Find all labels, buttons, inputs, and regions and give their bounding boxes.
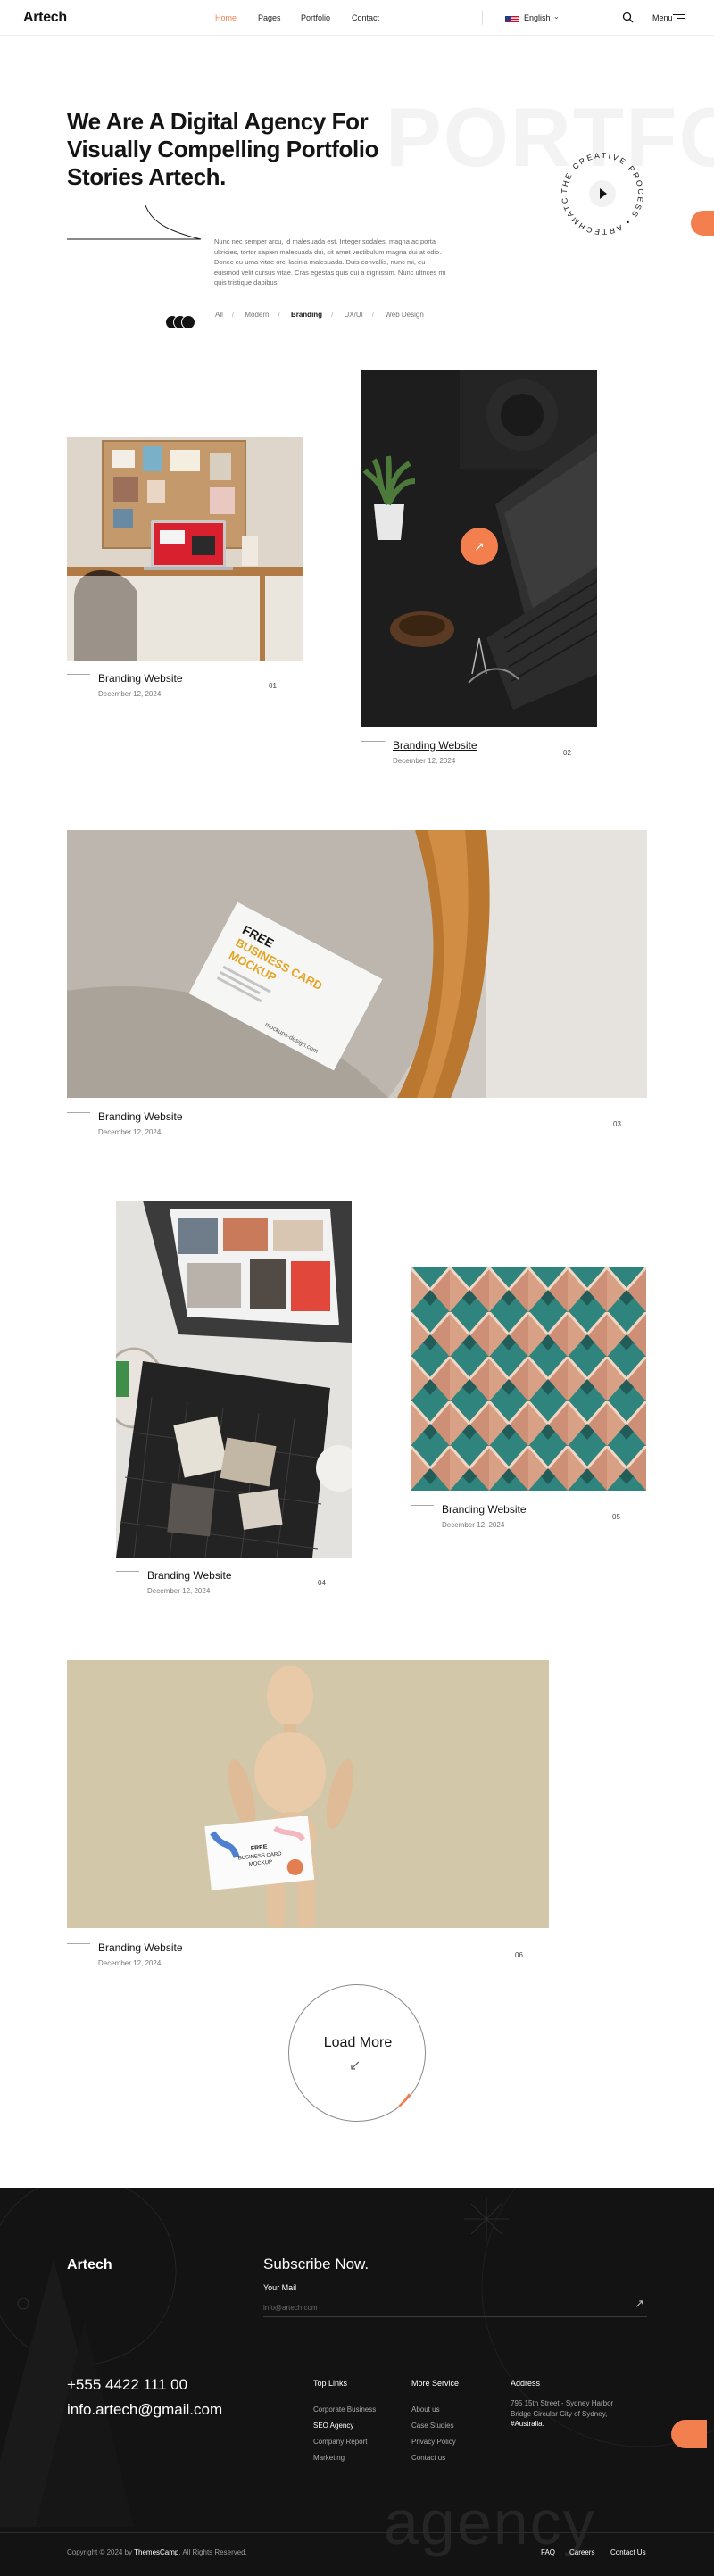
item-divider <box>411 1505 434 1506</box>
item-divider <box>67 674 90 675</box>
filter-ux-ui[interactable]: UX/UI <box>345 311 363 319</box>
copyright-prefix: Copyright © 2024 by <box>67 2548 135 2556</box>
view-project-button[interactable]: ↗ <box>461 528 498 565</box>
link-contact-us[interactable]: Contact us <box>411 2454 445 2462</box>
footer-link-contact[interactable]: Contact Us <box>610 2548 646 2556</box>
item-divider <box>116 1571 139 1572</box>
item-title-5[interactable]: Branding Website <box>442 1503 527 1516</box>
item-number-6: 06 <box>515 1951 523 1959</box>
footer-link-careers[interactable]: Careers <box>569 2548 594 2556</box>
ghost-heading: PORTFO <box>386 90 714 184</box>
footer-email[interactable]: info.artech@gmail.com <box>67 2401 222 2419</box>
progress-arc-icon <box>398 2093 411 2107</box>
hero-title: We Are A Digital Agency For Visually Com… <box>67 108 379 190</box>
footer-phone[interactable]: +555 4422 111 00 <box>67 2376 187 2394</box>
link-privacy-policy[interactable]: Privacy Policy <box>411 2438 456 2446</box>
item-divider <box>361 741 385 742</box>
portfolio-image-5[interactable] <box>411 1267 646 1491</box>
copyright: Copyright © 2024 by ThemesCamp. All Righ… <box>67 2548 247 2556</box>
subscribe-title: Subscribe Now. <box>263 2256 369 2273</box>
side-accent-tab[interactable] <box>691 211 714 236</box>
link-seo-agency[interactable]: SEO Agency <box>313 2422 353 2430</box>
copyright-suffix: . All Rights Reserved. <box>178 2548 247 2556</box>
item-date-5: December 12, 2024 <box>442 1521 505 1529</box>
item-date-2: December 12, 2024 <box>393 757 456 765</box>
item-title-4[interactable]: Branding Website <box>147 1569 232 1582</box>
nav-pages[interactable]: Pages <box>258 13 281 22</box>
filter-all[interactable]: All <box>215 311 223 319</box>
nav-portfolio[interactable]: Portfolio <box>301 13 330 22</box>
language-selector[interactable]: English <box>524 13 551 22</box>
creative-process-badge[interactable]: THE CREATIVE PROCESS • ARTECHMATCH • <box>552 139 650 241</box>
nav-divider <box>482 11 483 25</box>
logo[interactable]: Artech <box>23 10 67 26</box>
portfolio-image-4[interactable] <box>116 1201 352 1558</box>
link-case-studies[interactable]: Case Studies <box>411 2422 454 2430</box>
item-number-4: 04 <box>318 1579 326 1587</box>
nav-contact[interactable]: Contact <box>352 13 379 22</box>
footer-divider <box>0 2532 714 2533</box>
footer: Artech Subscribe Now. Your Mail ↗ +555 4… <box>0 2188 714 2576</box>
top-links-heading: Top Links <box>313 2379 348 2388</box>
address-country: #Australia. <box>511 2420 544 2428</box>
chevron-down-icon[interactable]: ⌄ <box>553 12 560 21</box>
copyright-brand[interactable]: ThemesCamp <box>134 2548 178 2556</box>
item-title-1[interactable]: Branding Website <box>98 672 183 685</box>
address-heading: Address <box>511 2379 541 2388</box>
item-title-3[interactable]: Branding Website <box>98 1110 183 1123</box>
portfolio-filters: All / Modern / Branding / UX/UI / Web Design <box>215 311 424 319</box>
filter-branding[interactable]: Branding <box>291 311 322 319</box>
link-marketing[interactable]: Marketing <box>313 2454 345 2462</box>
decorative-curve <box>67 204 210 245</box>
item-number-1: 01 <box>269 682 277 690</box>
item-title-2[interactable]: Branding Website <box>393 739 477 752</box>
arrow-icon: ↗ <box>474 539 485 553</box>
side-accent-tab[interactable] <box>671 2420 707 2448</box>
filter-web-design[interactable]: Web Design <box>385 311 423 319</box>
portfolio-image-1[interactable] <box>67 437 303 661</box>
email-input[interactable] <box>263 2299 647 2317</box>
send-arrow-icon[interactable]: ↗ <box>635 2297 644 2311</box>
footer-logo[interactable]: Artech <box>67 2257 112 2273</box>
footer-ghost-text: agency <box>384 2488 596 2557</box>
footer-link-faq[interactable]: FAQ <box>541 2548 555 2556</box>
item-number-5: 05 <box>612 1513 620 1521</box>
team-avatars <box>165 315 195 329</box>
item-date-6: December 12, 2024 <box>98 1959 162 1967</box>
link-corporate-business[interactable]: Corporate Business <box>313 2406 376 2414</box>
us-flag-icon <box>505 13 519 22</box>
portfolio-image-6[interactable]: FREE BUSINESS CARD MOCKUP <box>67 1660 549 1928</box>
item-date-1: December 12, 2024 <box>98 690 162 698</box>
nav-home[interactable]: Home <box>215 13 237 22</box>
hero-description: Nunc nec semper arcu, id malesuada est. … <box>214 237 446 287</box>
item-divider <box>67 1943 90 1944</box>
link-about-us[interactable]: About us <box>411 2406 440 2414</box>
item-divider <box>67 1112 90 1113</box>
top-nav: Artech Home Pages Portfolio Contact Engl… <box>0 0 714 36</box>
item-number-3: 03 <box>613 1120 621 1128</box>
portfolio-image-3[interactable]: FREE BUSINESS CARD MOCKUP mockups-design… <box>67 830 647 1098</box>
address-text: 795 15th Street - Sydney Harbor Bridge C… <box>511 2399 614 2418</box>
filter-modern[interactable]: Modern <box>245 311 269 319</box>
link-company-report[interactable]: Company Report <box>313 2438 367 2446</box>
search-icon[interactable] <box>622 12 634 23</box>
hamburger-icon[interactable] <box>673 14 685 21</box>
mail-label: Your Mail <box>263 2283 297 2292</box>
more-service-heading: More Service <box>411 2379 460 2388</box>
item-date-4: December 12, 2024 <box>147 1587 211 1595</box>
load-more-button[interactable]: Load More ↙ <box>288 1984 426 2122</box>
menu-label[interactable]: Menu <box>652 13 673 22</box>
item-number-2: 02 <box>563 749 571 757</box>
item-title-6[interactable]: Branding Website <box>98 1941 183 1954</box>
item-date-3: December 12, 2024 <box>98 1128 162 1136</box>
